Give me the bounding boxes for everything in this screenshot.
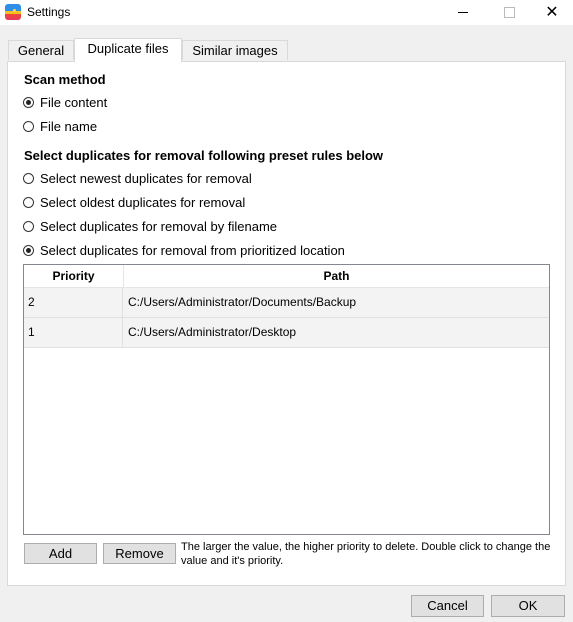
radio-prioritized-location[interactable]: Select duplicates for removal from prior… [23,241,345,259]
close-icon: ✕ [545,3,559,21]
radio-label: Select duplicates for removal from prior… [40,242,345,258]
radio-label: Select oldest duplicates for removal [40,194,246,210]
maximize-icon [503,7,515,18]
app-logo-icon [5,4,21,20]
remove-button[interactable]: Remove [103,543,176,564]
radio-label: Select duplicates for removal by filenam… [40,218,278,234]
tab-similar-images[interactable]: Similar images [182,40,288,60]
tab-panel: Scan method File content File name Selec… [7,61,566,586]
table-header: Priority Path [24,265,549,288]
radio-by-filename[interactable]: Select duplicates for removal by filenam… [23,217,277,235]
radio-file-name[interactable]: File name [23,117,97,135]
locations-table[interactable]: Priority Path 2 C:/Users/Administrator/D… [23,264,550,535]
ok-button[interactable]: OK [491,595,565,617]
radio-button[interactable] [23,196,34,208]
cancel-button[interactable]: Cancel [411,595,484,617]
radio-file-content[interactable]: File content [23,93,107,111]
window-title: Settings [27,5,71,19]
radio-button-checked[interactable] [23,244,34,256]
priority-cell[interactable]: 2 [24,288,123,317]
radio-button[interactable] [23,172,34,184]
radio-label: File name [40,118,98,134]
minimize-button[interactable] [440,0,486,25]
close-button[interactable]: ✕ [529,0,573,25]
priority-cell[interactable]: 1 [24,318,123,347]
add-button[interactable]: Add [24,543,97,564]
radio-label: File content [40,94,108,110]
maximize-button[interactable] [486,0,532,25]
removal-rules-heading: Select duplicates for removal following … [24,148,384,163]
path-cell[interactable]: C:/Users/Administrator/Documents/Backup [128,288,356,317]
table-row[interactable]: 1 C:/Users/Administrator/Desktop [24,318,549,348]
column-header-priority[interactable]: Priority [24,265,124,287]
title-bar: Settings ✕ [0,0,573,25]
tab-general[interactable]: General [8,40,74,60]
radio-newest[interactable]: Select newest duplicates for removal [23,169,252,187]
radio-button[interactable] [23,220,34,232]
radio-button-checked[interactable] [23,96,34,108]
radio-button[interactable] [23,120,34,132]
path-cell[interactable]: C:/Users/Administrator/Desktop [128,318,296,347]
radio-label: Select newest duplicates for removal [40,170,252,186]
scan-method-heading: Scan method [24,72,106,87]
column-header-path[interactable]: Path [124,265,549,287]
tab-duplicate-files[interactable]: Duplicate files [74,38,182,62]
minimize-icon [458,12,468,13]
priority-hint: The larger the value, the higher priorit… [181,541,551,567]
radio-oldest[interactable]: Select oldest duplicates for removal [23,193,245,211]
table-row[interactable]: 2 C:/Users/Administrator/Documents/Backu… [24,288,549,318]
